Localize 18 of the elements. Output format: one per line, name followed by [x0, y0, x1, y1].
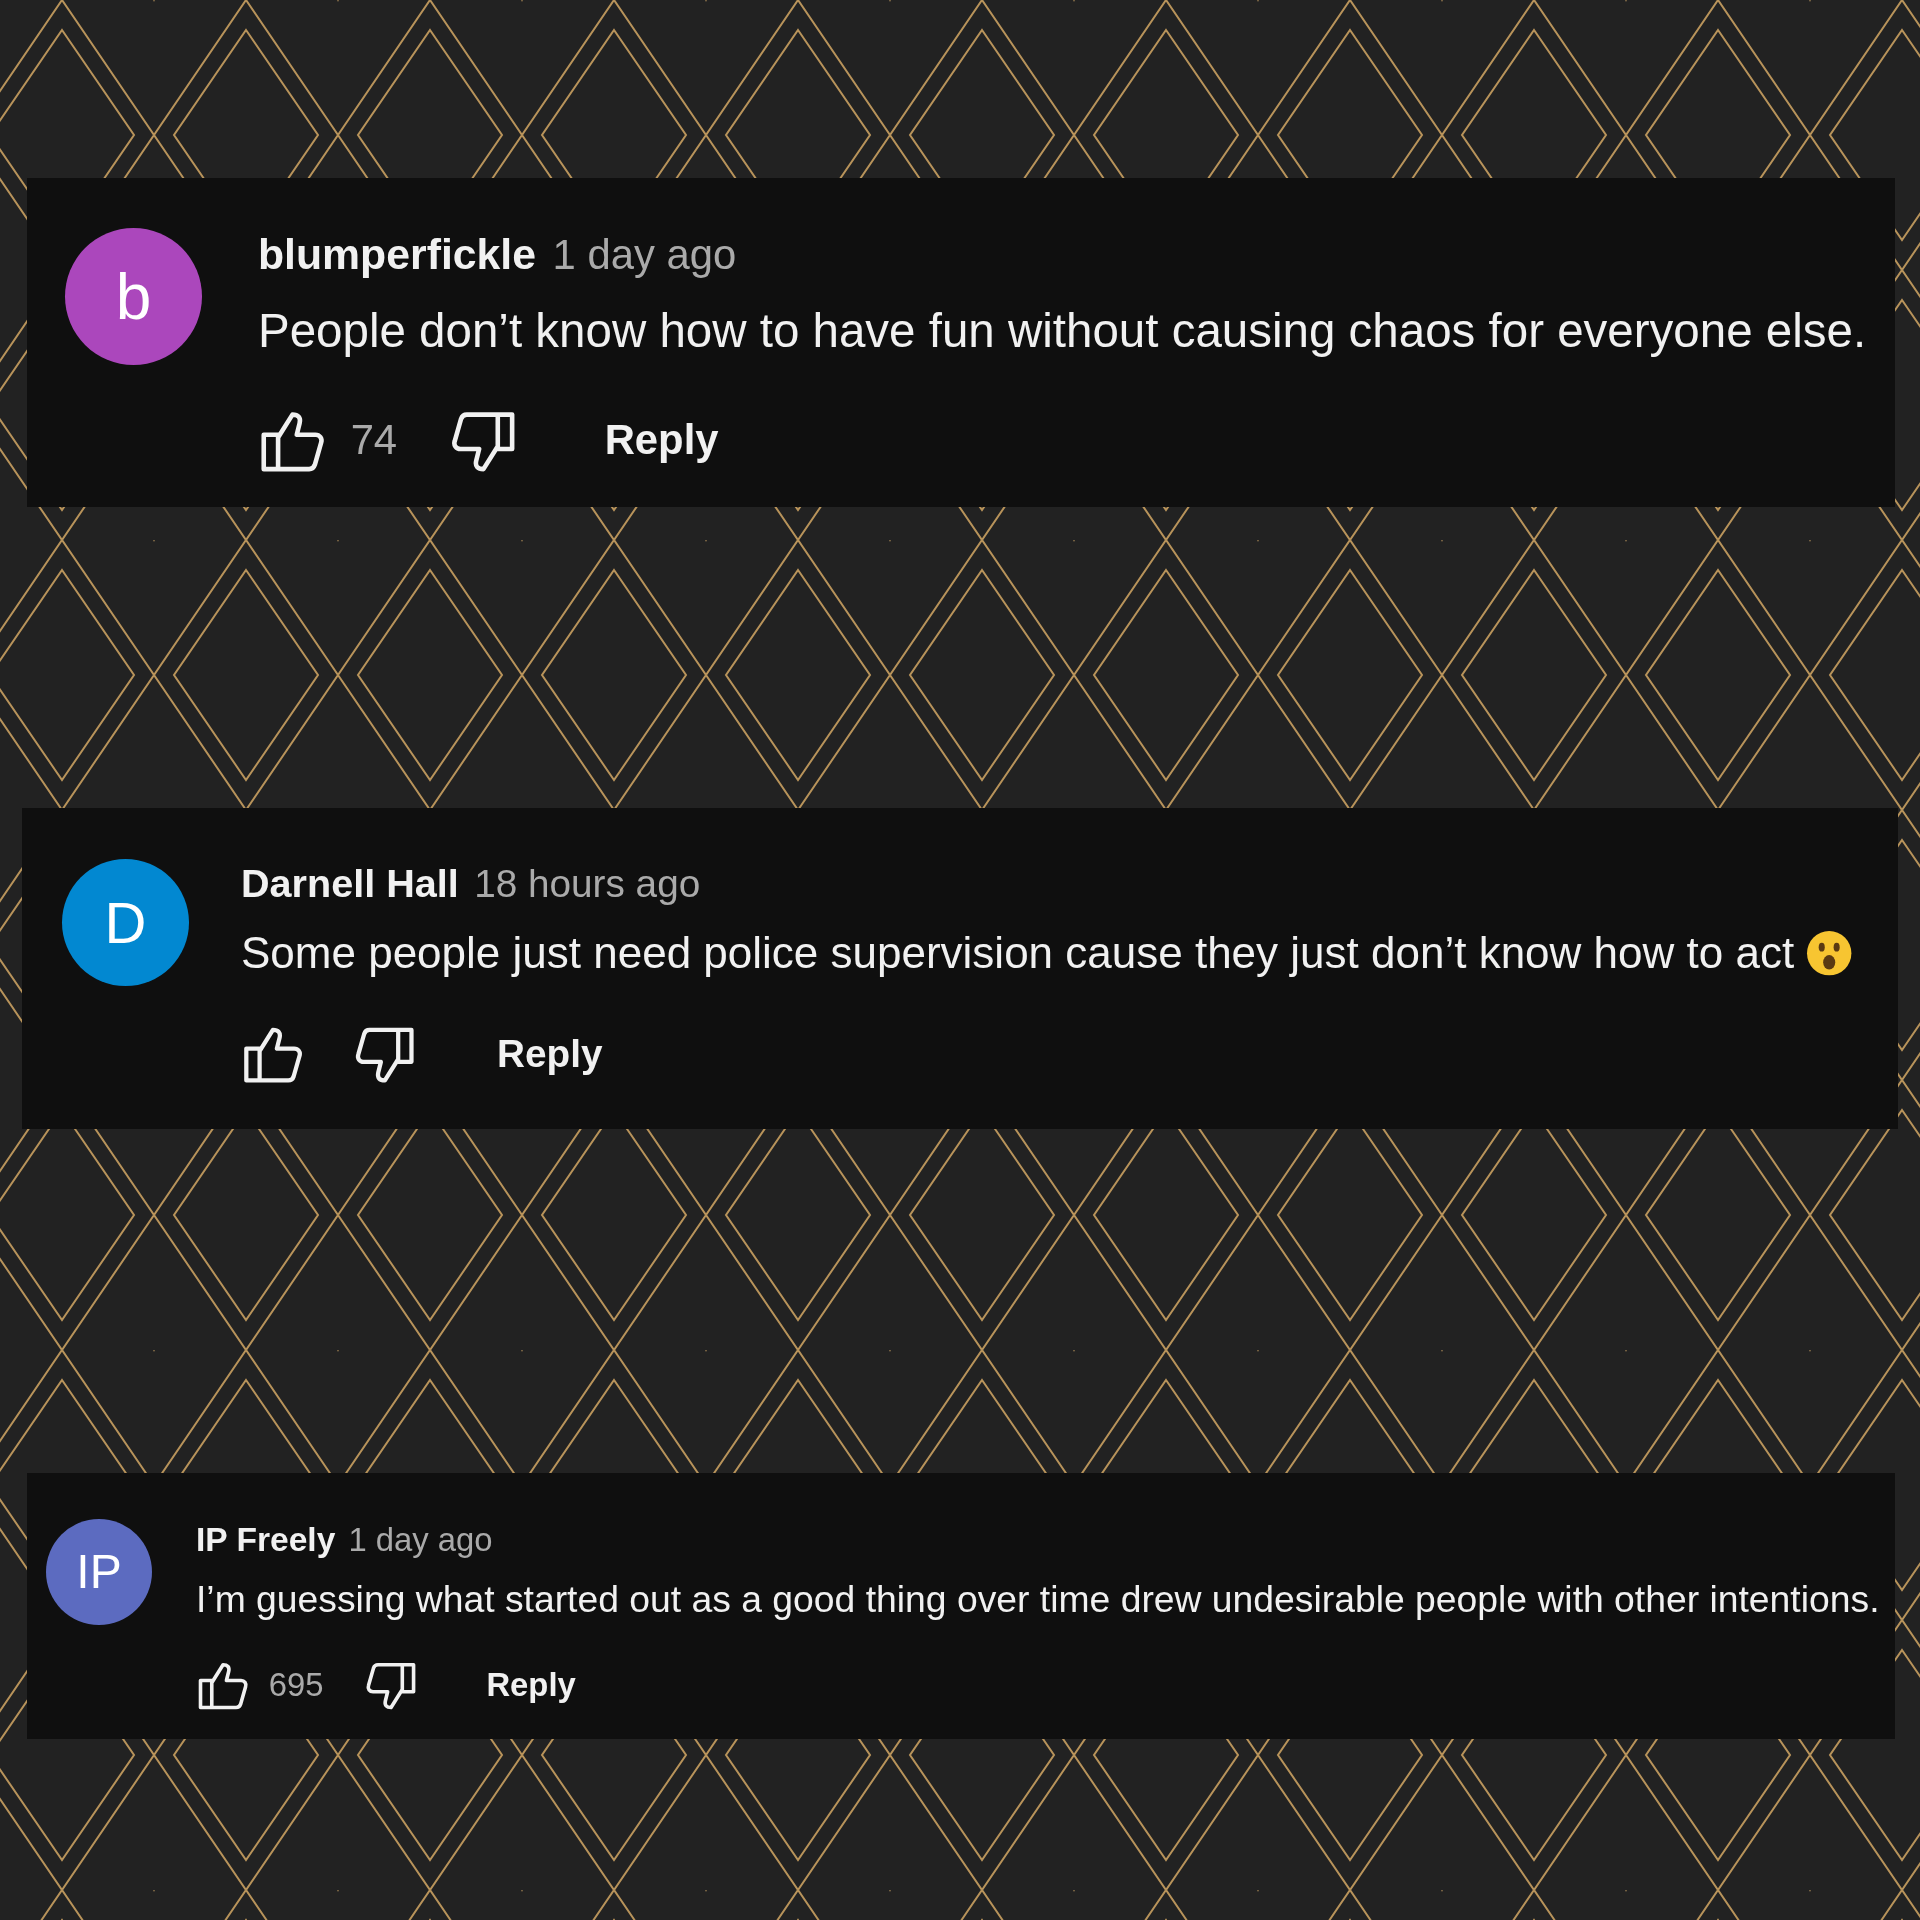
timestamp[interactable]: 18 hours ago — [474, 862, 701, 907]
author-name[interactable]: IP Freely — [196, 1520, 336, 1559]
avatar: IP — [46, 1519, 152, 1625]
comment-text: I’m guessing what started out as a good thing over time drew undesirable people with other intentions. — [196, 1577, 1880, 1621]
like-count: 695 — [268, 1665, 324, 1704]
like-count: 74 — [350, 416, 398, 465]
comment-text: Some people just need police supervision cause they just don’t know how to act — [241, 928, 1795, 979]
surprised-emoji-icon — [1805, 929, 1854, 978]
timestamp[interactable]: 1 day ago — [552, 231, 737, 280]
avatar: D — [62, 859, 189, 986]
timestamp[interactable]: 1 day ago — [348, 1520, 493, 1559]
author-name[interactable]: blumperfickle — [258, 230, 536, 280]
reply-button[interactable]: Reply — [476, 1659, 586, 1711]
author-name[interactable]: Darnell Hall — [241, 861, 459, 907]
avatar: b — [65, 228, 202, 365]
reply-button[interactable]: Reply — [592, 407, 732, 473]
reply-button[interactable]: Reply — [485, 1024, 615, 1084]
comment-text: People don’t know how to have fun without causing chaos for everyone else. — [258, 303, 1867, 359]
